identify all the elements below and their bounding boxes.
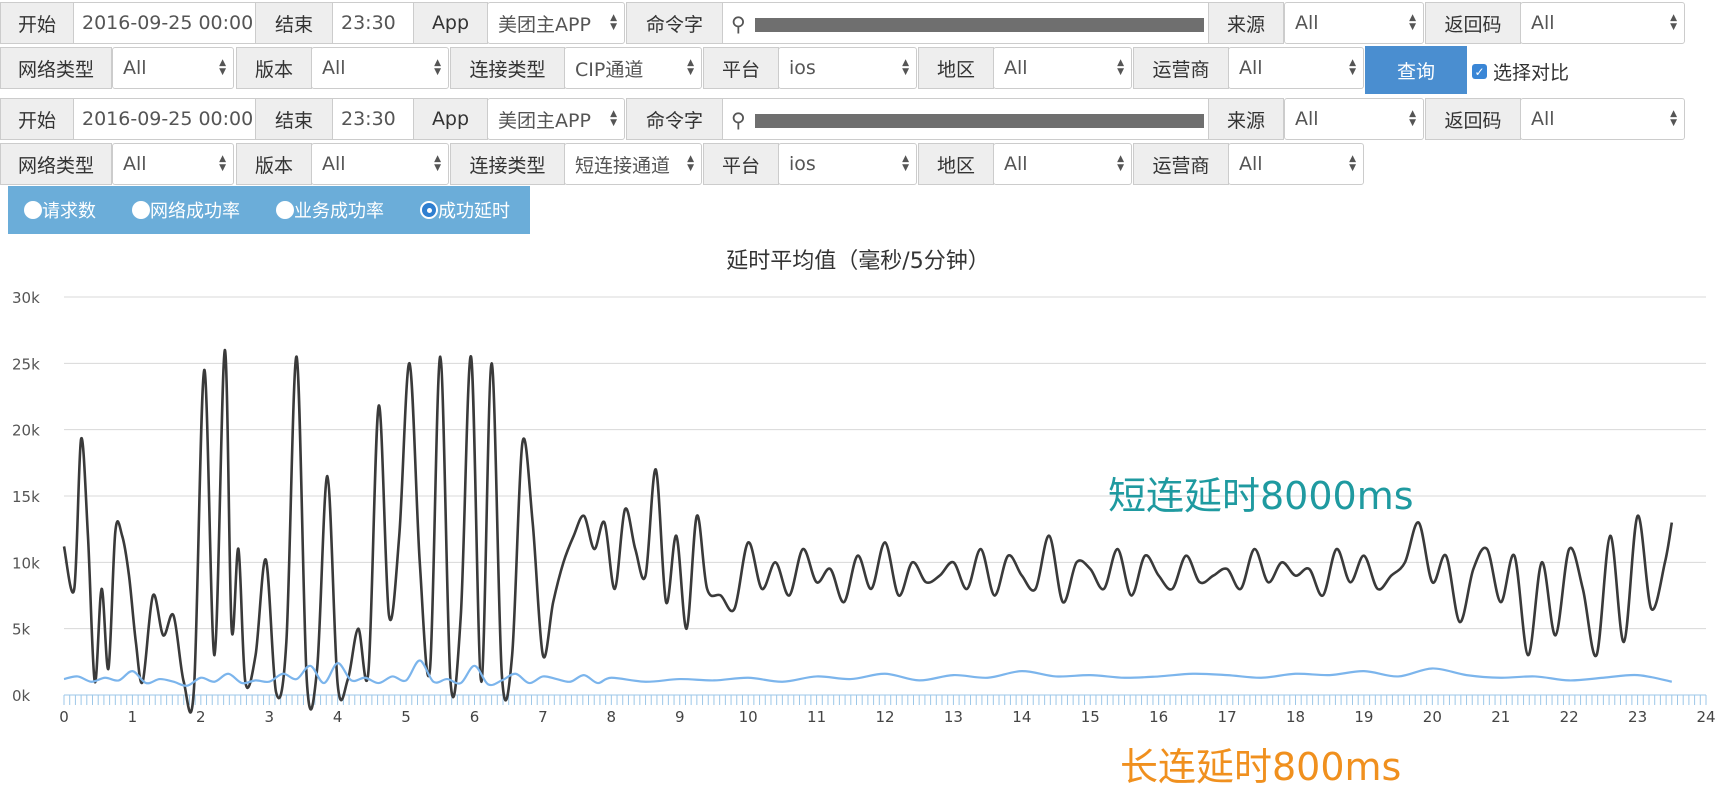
x-tick-label: 24 — [1696, 708, 1715, 726]
x-tick-label: 15 — [1081, 708, 1100, 726]
x-tick-label: 12 — [875, 708, 894, 726]
x-tick-label: 4 — [333, 708, 343, 726]
x-tick-label: 21 — [1491, 708, 1510, 726]
annotation-short: 短连延时8000ms — [1108, 474, 1414, 518]
y-tick-label: 20k — [12, 422, 40, 440]
x-tick-label: 3 — [264, 708, 274, 726]
y-tick-label: 0k — [12, 687, 31, 705]
x-tick-label: 22 — [1560, 708, 1579, 726]
x-tick-label: 23 — [1628, 708, 1647, 726]
x-tick-label: 6 — [470, 708, 480, 726]
annotation-long: 长连延时800ms — [1120, 745, 1402, 789]
y-tick-label: 25k — [12, 355, 40, 373]
x-tick-label: 5 — [401, 708, 411, 726]
x-tick-label: 20 — [1423, 708, 1442, 726]
y-tick-label: 5k — [12, 621, 31, 639]
y-tick-label: 30k — [12, 289, 40, 307]
x-tick-label: 2 — [196, 708, 206, 726]
x-tick-label: 9 — [675, 708, 685, 726]
x-tick-label: 17 — [1218, 708, 1237, 726]
x-tick-label: 11 — [807, 708, 826, 726]
x-tick-label: 13 — [944, 708, 963, 726]
x-tick-label: 10 — [739, 708, 758, 726]
series-line-short — [62, 348, 1674, 714]
x-tick-label: 19 — [1354, 708, 1373, 726]
x-tick-label: 14 — [1012, 708, 1031, 726]
x-tick-label: 7 — [538, 708, 548, 726]
x-tick-label: 0 — [59, 708, 69, 726]
latency-chart: 0k5k10k15k20k25k30k0 1 2 3 4 5 6 7 8 9 10 11 12 13 14 1… — [12, 289, 1716, 726]
y-tick-label: 15k — [12, 488, 40, 506]
y-tick-label: 10k — [12, 554, 40, 572]
x-tick-label: 18 — [1286, 708, 1305, 726]
x-tick-label: 16 — [1149, 708, 1168, 726]
x-tick-label: 1 — [128, 708, 138, 726]
x-tick-label: 8 — [607, 708, 617, 726]
